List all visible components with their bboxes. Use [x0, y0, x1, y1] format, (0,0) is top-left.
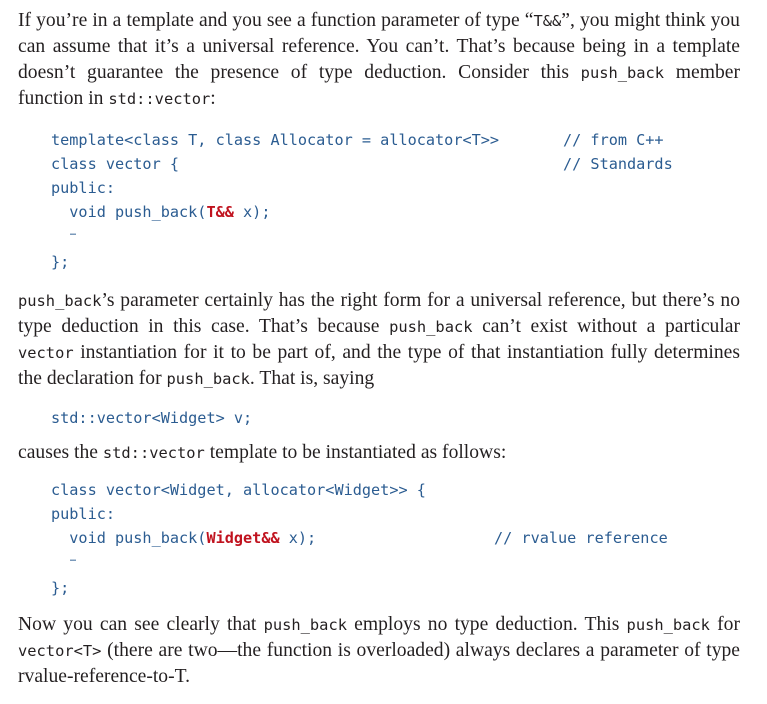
paragraph-instantiation: causes the std::vector template to be in… — [18, 440, 740, 466]
code-line: void push_back(T&& x); — [51, 200, 740, 224]
code-comment: // rvalue reference — [494, 529, 668, 547]
code-bold-t-ref: T&& — [206, 203, 234, 221]
paragraph-intro: If you’re in a template and you see a fu… — [18, 8, 740, 112]
code-inline-push-back: push_back — [626, 616, 710, 634]
text: can’t exist without a particular — [472, 316, 741, 337]
code-ellipsis: … — [51, 550, 740, 576]
code-inline-vector: vector — [18, 344, 74, 362]
code-segment: x); — [279, 529, 317, 547]
code-inline-std-vector: std::vector — [102, 444, 205, 462]
code-bold-widget-ref: Widget&& — [206, 529, 280, 547]
code-segment: void push_back( — [51, 203, 207, 221]
paragraph-push-back: push_back’s parameter certainly has the … — [18, 288, 740, 392]
code-inline-t-ref: T&& — [533, 12, 562, 30]
code-inline-push-back: push_back — [580, 64, 665, 82]
code-line: public: — [51, 179, 116, 197]
code-inline-push-back: push_back — [263, 616, 347, 634]
text: . That is, saying — [249, 368, 375, 389]
ellipsis: … — [70, 227, 77, 238]
code-ellipsis: … — [51, 224, 740, 250]
code-block-vector-widget: class vector<Widget, allocator<Widget>> … — [18, 478, 740, 600]
code-line: public: — [51, 505, 116, 523]
code-line: }; — [51, 253, 70, 271]
text: employs no type deduction. This — [346, 614, 627, 635]
code-segment: void push_back( — [51, 529, 207, 547]
code-comment: // from C++ — [563, 131, 664, 149]
ellipsis: … — [70, 553, 77, 564]
code-inline-vector-t: vector<T> — [18, 642, 102, 660]
text: : — [210, 88, 216, 109]
document-page: If you’re in a template and you see a fu… — [18, 8, 740, 690]
text: (there are two—the function is overloade… — [18, 640, 740, 687]
text: template to be instantiated as follows: — [204, 442, 507, 463]
code-block-declaration: std::vector<Widget> v; — [18, 406, 740, 430]
code-inline-std-vector: std::vector — [108, 90, 211, 108]
code-line: }; — [51, 579, 70, 597]
text: If you’re in a template and you see a fu… — [18, 10, 534, 31]
text: for — [709, 614, 740, 635]
code-inline-push-back: push_back — [18, 292, 102, 310]
code-line: std::vector<Widget> v; — [51, 409, 253, 427]
code-inline-push-back: push_back — [389, 318, 473, 336]
text: instantiation for it to be part of, and … — [18, 342, 740, 389]
code-segment: x); — [233, 203, 271, 221]
text: causes the — [18, 442, 103, 463]
code-comment: // Standards — [563, 155, 673, 173]
text: Now you can see clearly that — [18, 614, 264, 635]
code-line: class vector<Widget, allocator<Widget>> … — [51, 481, 426, 499]
code-block-vector-template: template<class T, class Allocator = allo… — [18, 128, 740, 274]
paragraph-conclusion: Now you can see clearly that push_back e… — [18, 612, 740, 690]
code-inline-push-back: push_back — [166, 370, 250, 388]
